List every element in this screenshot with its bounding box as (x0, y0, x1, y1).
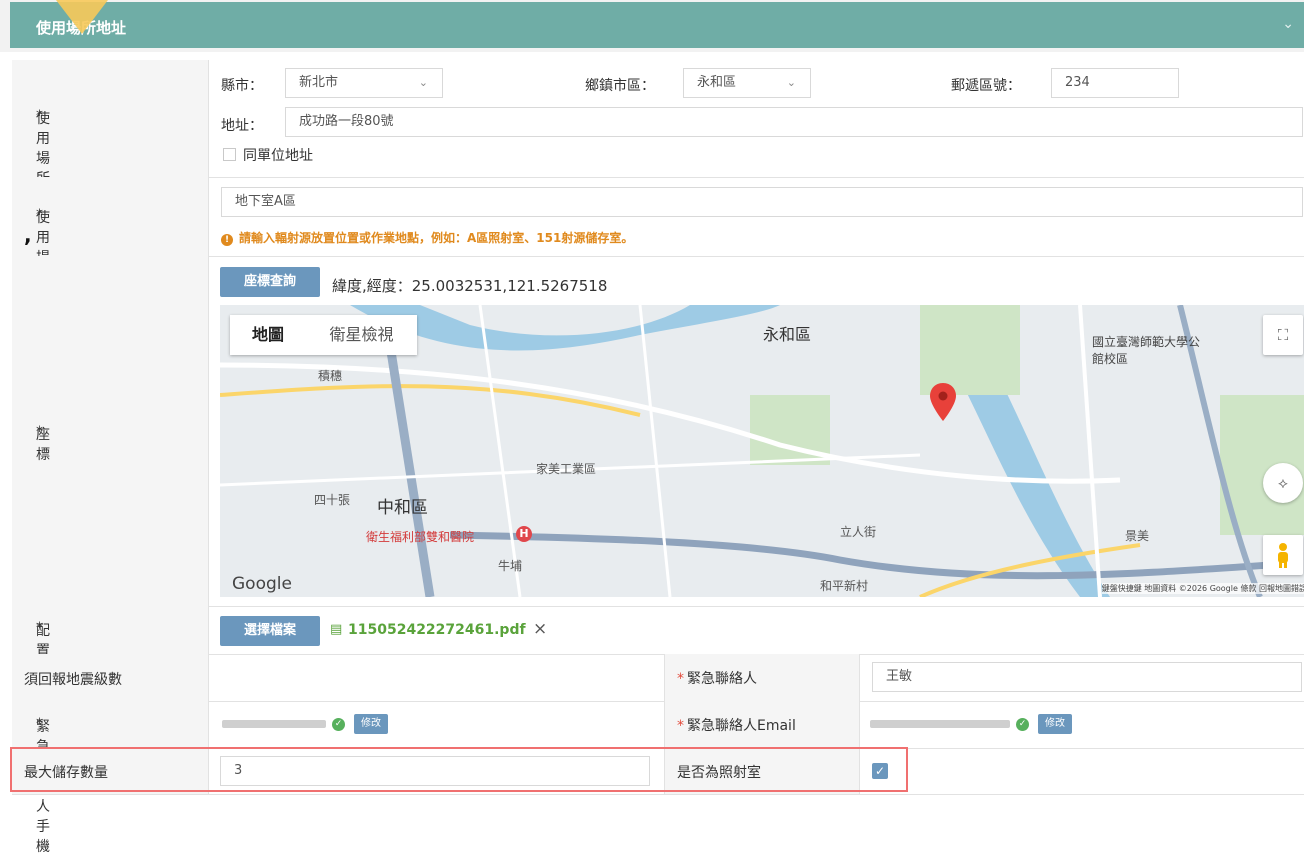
quake-label: 須回報地震級數 (24, 672, 122, 688)
row-phone-email: *緊急聯絡人手機 ✓ 修改 *緊急聯絡人Email ✓ 修改 (12, 701, 1304, 855)
required-mark: * (677, 671, 684, 687)
map-footer: 鍵盤快捷鍵 地圖資料 ©2026 Google 條款 回報地圖錯誤 (1101, 583, 1304, 594)
row-quake-contact: 須回報地震級數 * 緊急聯絡人 王敏 (12, 654, 1304, 702)
tooltip-pointer-decoration (56, 0, 108, 34)
row-position: *使用場所位置 , 地下室A區 !請輸入輻射源放置位置或作業地點，例如：A區照射… (12, 177, 1304, 326)
map-view[interactable]: 地圖 衛星檢視 ⛶ ⟡ 永和區 中和區 四十張 家美工業區 衛生福利部雙和醫院 … (220, 305, 1304, 597)
map-label-jiamei: 家美工業區 (536, 462, 597, 476)
map-label-yonghe: 永和區 (763, 325, 812, 344)
address-label: 地址： (221, 118, 263, 134)
map-type-control: 地圖 衛星檢視 (230, 315, 417, 355)
district-select[interactable]: 永和區 ⌄ (683, 68, 811, 98)
same-unit-checkbox[interactable] (223, 148, 236, 161)
zip-label: 郵遞區號： (951, 78, 1021, 94)
map-label-jisui: 積穗 (318, 369, 343, 383)
coordinate-query-button[interactable]: 座標查詢 (220, 267, 320, 297)
map-label-niupu: 牛埔 (498, 559, 523, 573)
section-header-bar[interactable]: 使用場所地址 ⌄ (10, 2, 1304, 48)
contact-label-cell: * 緊急聯絡人 (664, 654, 860, 701)
redacted-email (870, 720, 1010, 728)
choose-file-button[interactable]: 選擇檔案 (220, 616, 320, 646)
email-label-cell: * 緊急聯絡人Email (664, 701, 860, 748)
position-hint: ! 請輸入輻射源放置位置或作業地點，例如：A區照射室、151射源儲存室。 (221, 229, 633, 246)
uploaded-file-link[interactable]: 115052422272461.pdf (348, 622, 526, 638)
label-cell: 須回報地震級數 (12, 654, 209, 701)
position-input[interactable]: 地下室A區 (221, 187, 1303, 217)
map-label-liren: 立人街 (840, 525, 877, 539)
label-cell: *配置平面圖 (12, 606, 209, 719)
stray-comma: , (24, 223, 32, 247)
info-icon: ! (221, 234, 233, 246)
fullscreen-icon[interactable]: ⛶ (1263, 315, 1303, 355)
map-label-jingmei: 景美 (1125, 529, 1150, 543)
coords-label: 座標 (36, 427, 50, 463)
label-cell: *使用場所位置 , (12, 177, 209, 326)
map-label-ntnu: 國立臺灣師範大學公館校區 (1092, 335, 1201, 366)
google-logo: Google (232, 574, 292, 594)
label-cell: *緊急聯絡人手機 (12, 701, 209, 855)
map-label-hospital: 衛生福利部雙和醫院 (366, 530, 475, 544)
required-mark: * (677, 718, 684, 734)
map-label-sishizhang: 四十張 (314, 493, 351, 507)
contact-input[interactable]: 王敏 (872, 662, 1302, 692)
label-cell: * 座標 (12, 256, 209, 606)
edit-phone-button[interactable]: 修改 (354, 714, 388, 734)
email-label: 緊急聯絡人Email (687, 718, 796, 734)
row-location: *使用場所位置 縣市： 新北市 ⌄ 鄉鎮市區： 永和區 ⌄ 郵遞區號： 234 … (12, 60, 1304, 227)
pan-control-icon[interactable]: ⟡ (1263, 463, 1303, 503)
district-label: 鄉鎮市區： (585, 78, 655, 94)
zip-input[interactable]: 234 (1051, 68, 1179, 98)
redacted-phone (222, 720, 326, 728)
county-label: 縣市： (221, 78, 263, 94)
contact-label: 緊急聯絡人 (687, 671, 757, 687)
same-unit-label: 同單位地址 (243, 148, 313, 164)
location-pin-icon (930, 383, 956, 425)
value-cell: 縣市： 新北市 ⌄ 鄉鎮市區： 永和區 ⌄ 郵遞區號： 234 地址： 成功路一… (209, 60, 1304, 177)
value-cell: 地下室A區 ! 請輸入輻射源放置位置或作業地點，例如：A區照射室、151射源儲存室… (209, 177, 1304, 256)
map-tab-satellite[interactable]: 衛星檢視 (306, 315, 417, 355)
map-label-zhonghe: 中和區 (377, 498, 428, 518)
latlng-text: 緯度,經度：25.0032531,121.5267518 (332, 277, 608, 295)
remove-file-icon[interactable]: × (533, 619, 547, 639)
chevron-down-icon[interactable]: ⌄ (1282, 16, 1294, 32)
street-view-pegman-icon[interactable] (1263, 535, 1303, 575)
verified-check-icon: ✓ (332, 718, 345, 731)
county-select[interactable]: 新北市 ⌄ (285, 68, 443, 98)
chevron-down-icon: ⌄ (418, 76, 428, 89)
edit-email-button[interactable]: 修改 (1038, 714, 1072, 734)
file-icon: ▤ (330, 622, 343, 637)
hospital-icon: H (516, 526, 532, 542)
chevron-down-icon: ⌄ (786, 76, 796, 89)
label-cell: *使用場所位置 (12, 60, 209, 227)
map-label-heping: 和平新村 (820, 579, 869, 593)
section-header[interactable]: 使用場所地址 ⌄ (0, 0, 1304, 52)
verified-check-icon: ✓ (1016, 718, 1029, 731)
highlight-box (10, 747, 908, 792)
row-floorplan: *配置平面圖 選擇檔案 ▤ 115052422272461.pdf × (12, 606, 1304, 719)
address-input[interactable]: 成功路一段80號 (285, 107, 1303, 137)
map-tab-map[interactable]: 地圖 (230, 315, 306, 355)
